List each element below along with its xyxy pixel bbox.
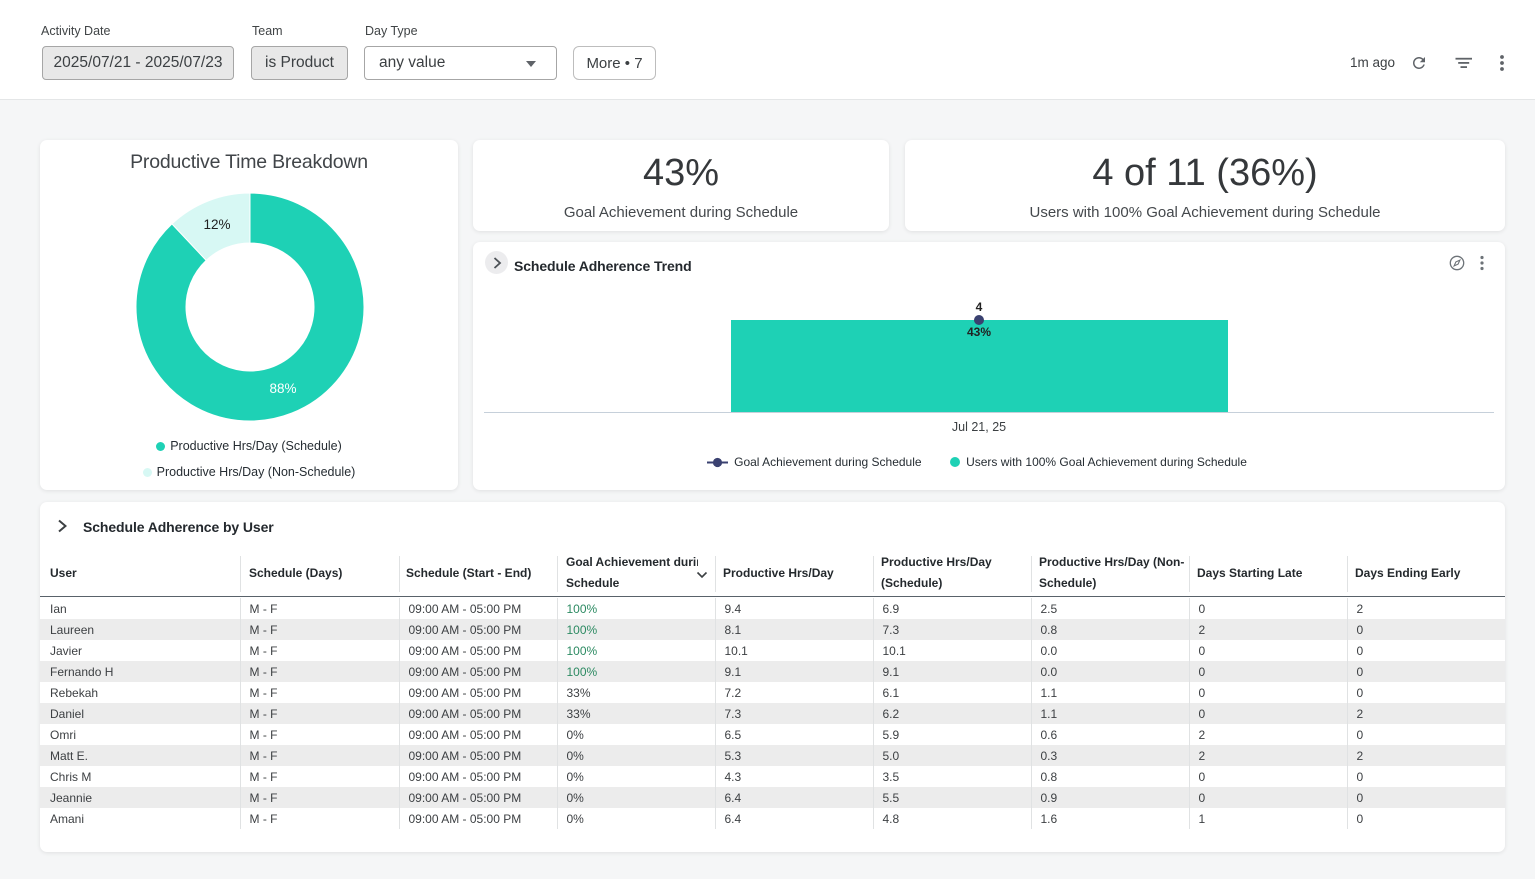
svg-text:12%: 12% <box>203 217 230 232</box>
svg-text:88%: 88% <box>269 381 296 396</box>
